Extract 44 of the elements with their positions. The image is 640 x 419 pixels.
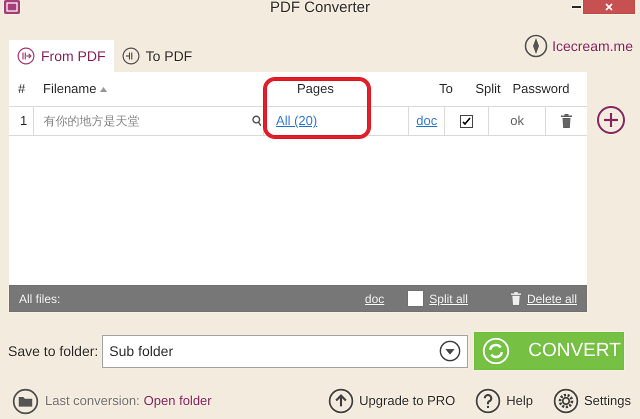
arrow-up-icon bbox=[328, 388, 354, 414]
settings-button[interactable]: Settings bbox=[553, 388, 631, 414]
sort-ascending-icon bbox=[100, 86, 108, 92]
last-conversion-label: Last conversion: bbox=[45, 392, 140, 410]
export-icon bbox=[17, 47, 35, 65]
tab[interactable]: To PDF bbox=[114, 40, 200, 72]
close-icon bbox=[605, 3, 613, 11]
gear-icon bbox=[553, 388, 580, 414]
column-header: Split bbox=[474, 80, 502, 98]
upgrade-button[interactable]: Upgrade to PRO bbox=[328, 388, 456, 414]
table-cell: 1 bbox=[9, 107, 34, 135]
pages-link[interactable]: All (20) bbox=[276, 111, 318, 131]
trash-icon[interactable] bbox=[561, 114, 572, 128]
refresh-icon bbox=[482, 337, 510, 365]
import-icon bbox=[122, 47, 140, 65]
folder-icon bbox=[12, 388, 39, 414]
folder-dropdown[interactable]: Sub folder bbox=[102, 334, 468, 368]
password-cell[interactable]: ok bbox=[510, 111, 524, 131]
column-header: Pages bbox=[296, 80, 335, 98]
save-folder-label: Save to folder: bbox=[8, 342, 98, 360]
trash-icon[interactable] bbox=[510, 292, 521, 305]
split-all-link[interactable]: Split all bbox=[429, 290, 468, 308]
column-header[interactable]: Filename bbox=[35, 79, 275, 99]
delete-all-link[interactable]: Delete all bbox=[526, 290, 577, 308]
help-icon bbox=[475, 388, 502, 414]
search-icon[interactable] bbox=[252, 115, 262, 127]
split-checkbox[interactable] bbox=[460, 114, 474, 128]
tab[interactable]: From PDF bbox=[9, 40, 114, 72]
plus-icon bbox=[603, 112, 619, 128]
help-button[interactable]: Help bbox=[475, 388, 534, 414]
column-header: # bbox=[17, 80, 26, 98]
footer-label: All files: bbox=[19, 290, 60, 308]
close-button[interactable] bbox=[583, 0, 635, 14]
brand-link[interactable]: Icecream.me bbox=[524, 34, 633, 58]
format-link[interactable]: doc bbox=[364, 290, 384, 308]
checkbox[interactable] bbox=[408, 291, 424, 306]
format-link[interactable]: doc bbox=[416, 111, 438, 131]
open-folder-link[interactable]: Open folder bbox=[144, 391, 212, 411]
app-logo-icon bbox=[4, 0, 20, 14]
filename-cell-text: 有你的地方是天堂 bbox=[42, 113, 140, 130]
window-title: PDF Converter bbox=[270, 0, 370, 16]
add-file-button[interactable] bbox=[597, 106, 625, 134]
column-header: Password bbox=[511, 80, 571, 98]
column-header: To bbox=[438, 80, 454, 98]
